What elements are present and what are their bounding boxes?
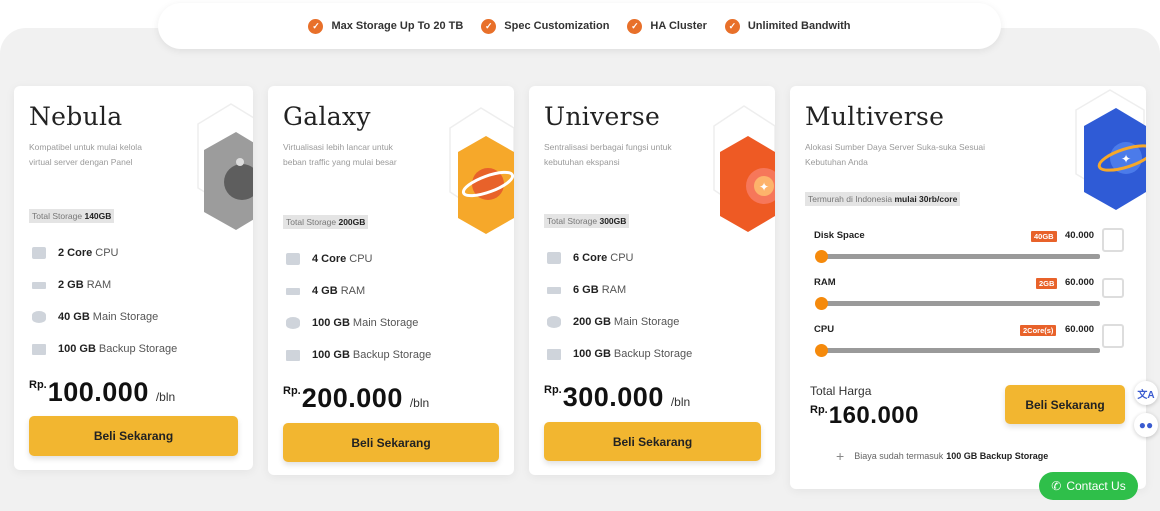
multiverse-planet-icon: ✦ (1075, 89, 1146, 210)
feature-item: ✓ HA Cluster (627, 18, 707, 34)
ram-slider-track[interactable] (820, 301, 1100, 306)
plan-price: Rp. 200.000/bln (283, 383, 430, 413)
plan-description: Sentralisasi berbagai fungsi untuk kebut… (544, 142, 672, 167)
ram-slider-handle[interactable] (815, 297, 828, 310)
contact-us-button[interactable]: ✆ Contact Us (1039, 472, 1138, 500)
feature-label: Max Storage Up To 20 TB (331, 20, 464, 32)
ram-icon (1102, 278, 1124, 298)
feature-item: ✓ Spec Customization (481, 18, 610, 34)
spec-ram: 6 GB RAM (547, 284, 626, 296)
disk-slider-handle[interactable] (815, 250, 828, 263)
backup-icon (32, 343, 46, 355)
disk-slider-track[interactable] (820, 254, 1100, 259)
ram-icon (547, 286, 561, 294)
cpu-icon (547, 252, 561, 264)
check-icon: ✓ (308, 18, 324, 34)
plan-card-multiverse: Multiverse Alokasi Sumber Daya Server Su… (790, 86, 1146, 489)
check-icon: ✓ (627, 18, 643, 34)
spec-main-storage: 40 GB Main Storage (32, 311, 158, 323)
plan-card-nebula: Nebula Kompatibel untuk mulai kelola vir… (14, 86, 253, 470)
translate-icon[interactable]: 文A (1134, 381, 1158, 405)
spec-backup-storage: 100 GB Backup Storage (547, 348, 692, 360)
spec-cpu: 4 Core CPU (286, 253, 372, 265)
ram-icon (32, 281, 46, 289)
feature-label: Unlimited Bandwith (747, 20, 851, 32)
spec-main-storage: 200 GB Main Storage (547, 316, 679, 328)
plan-price: Rp. 300.000/bln (544, 382, 691, 412)
universe-planet-icon: ✦ (713, 105, 775, 232)
check-icon: ✓ (724, 18, 740, 34)
spec-cpu: 2 Core CPU (32, 247, 118, 259)
cpu-price: 60.000 (1065, 324, 1095, 335)
spec-ram: 4 GB RAM (286, 285, 365, 297)
spec-backup-storage: 100 GB Backup Storage (32, 343, 177, 355)
spec-ram: 2 GB RAM (32, 279, 111, 291)
plan-price: Rp. 100.000/bln (29, 377, 176, 407)
ram-badge: 2GB (1036, 278, 1058, 289)
cpu-badge: 2Core(s) (1020, 325, 1057, 336)
storage-icon (547, 316, 561, 328)
plan-description: Kompatibel untuk mulai kelola virtual se… (29, 142, 142, 167)
ram-price: 60.000 (1065, 277, 1095, 288)
buy-button-nebula[interactable]: Beli Sekarang (29, 416, 238, 456)
buy-button-galaxy[interactable]: Beli Sekarang (283, 423, 499, 462)
cpu-icon (286, 253, 300, 265)
total-storage-tag: Total Storage 140GB (29, 209, 115, 223)
disk-icon (1102, 228, 1124, 252)
feature-item: ✓ Unlimited Bandwith (724, 18, 851, 34)
disk-badge: 40GB (1031, 231, 1057, 242)
total-price: Rp. 160.000 (810, 402, 919, 429)
plan-title: Multiverse (805, 102, 945, 131)
total-storage-tag: Total Storage 300GB (544, 214, 630, 228)
slider-label-disk: Disk Space (814, 230, 865, 241)
plus-icon: + (836, 448, 845, 464)
slider-label-cpu: CPU (814, 324, 835, 335)
buy-button-universe[interactable]: Beli Sekarang (544, 422, 761, 461)
whatsapp-icon: ✆ (1051, 479, 1062, 493)
backup-icon (286, 349, 300, 361)
ram-icon (286, 287, 300, 295)
slider-label-ram: RAM (814, 277, 836, 288)
spec-main-storage: 100 GB Main Storage (286, 317, 418, 329)
check-icon: ✓ (481, 18, 497, 34)
features-bar: ✓ Max Storage Up To 20 TB ✓ Spec Customiza… (158, 3, 1001, 49)
backup-note: + Biaya sudah termasuk 100 GB Backup Stora… (836, 448, 1049, 464)
plan-title: Universe (544, 102, 661, 131)
promo-tag: Termurah di Indonesia mulai 30rb/core (805, 192, 961, 206)
total-label: Total Harga (810, 384, 872, 398)
total-storage-tag: Total Storage 200GB (283, 215, 369, 229)
feature-item: ✓ Max Storage Up To 20 TB (308, 18, 464, 34)
plan-card-universe: Universe Sentralisasi berbagai fungsi un… (529, 86, 775, 475)
plan-card-galaxy: Galaxy Virtualisasi lebih lancar untuk b… (268, 86, 514, 475)
spec-cpu: 6 Core CPU (547, 252, 633, 264)
cpu-icon (32, 247, 46, 259)
feature-label: HA Cluster (650, 20, 707, 32)
cpu-slider-handle[interactable] (815, 344, 828, 357)
spec-backup-storage: 100 GB Backup Storage (286, 349, 431, 361)
chatbot-icon[interactable]: ●● (1134, 413, 1158, 437)
plan-title: Nebula (29, 102, 123, 131)
plan-description: Virtualisasi lebih lancar untuk beban tr… (283, 142, 397, 167)
storage-icon (32, 311, 46, 323)
buy-button-multiverse[interactable]: Beli Sekarang (1005, 385, 1125, 424)
svg-text:✦: ✦ (1121, 152, 1131, 166)
svg-text:✦: ✦ (759, 180, 769, 194)
cpu-slider-track[interactable] (820, 348, 1100, 353)
nebula-planet-icon (197, 103, 253, 230)
feature-label: Spec Customization (504, 20, 610, 32)
cpu-chip-icon (1102, 324, 1124, 348)
storage-icon (286, 317, 300, 329)
backup-icon (547, 348, 561, 360)
plan-title: Galaxy (283, 102, 371, 131)
disk-price: 40.000 (1065, 230, 1095, 241)
galaxy-planet-icon (449, 107, 514, 234)
plan-description: Alokasi Sumber Daya Server Suka-suka Ses… (805, 142, 985, 167)
contact-label: Contact Us (1066, 479, 1126, 493)
